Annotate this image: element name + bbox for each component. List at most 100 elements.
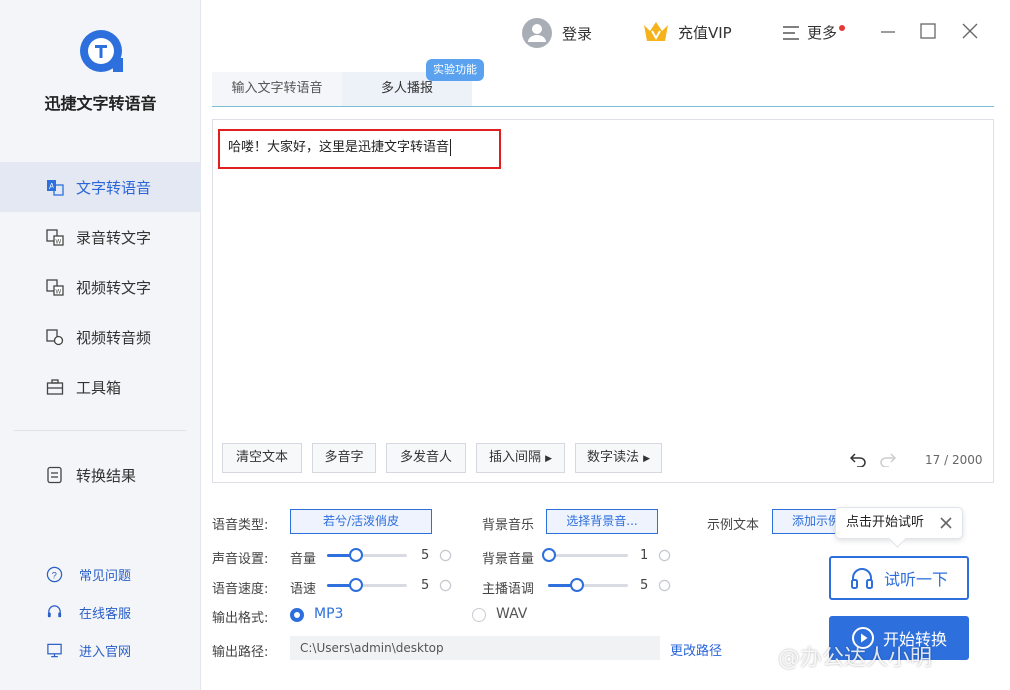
undo-icon[interactable] xyxy=(850,451,866,467)
polyphone-button[interactable]: 多音字 xyxy=(312,443,376,473)
online-service-link[interactable]: 在线客服 xyxy=(0,593,201,631)
change-path-link[interactable]: 更改路径 xyxy=(670,640,722,659)
online-service-label: 在线客服 xyxy=(79,606,132,622)
experimental-badge: 实验功能 xyxy=(426,59,484,81)
volume-value: 5 xyxy=(421,548,430,563)
more-menu-button[interactable]: 更多 xyxy=(783,22,846,43)
voice-type-button[interactable]: 若兮/活泼俏皮 xyxy=(290,509,432,534)
text-to-speech-icon: A xyxy=(47,180,64,196)
sidebar-item-label: 转换结果 xyxy=(76,466,137,485)
text-input-content[interactable]: 哈喽！大家好，这里是迅捷文字转语音 xyxy=(228,136,452,156)
bg-volume-label: 背景音量 xyxy=(482,552,535,567)
speed-value: 5 xyxy=(421,578,430,593)
number-reading-button[interactable]: 数字读法 ▶ xyxy=(575,443,662,473)
text-caret xyxy=(450,139,452,156)
text-editor[interactable]: 哈喽！大家好，这里是迅捷文字转语音 清空文本 多音字 多发音人 插入间隔 ▶ 数… xyxy=(212,119,994,483)
question-icon: ? xyxy=(46,566,63,582)
menu-icon xyxy=(783,25,799,40)
radio-wav[interactable] xyxy=(472,608,486,622)
output-format-label: 输出格式: xyxy=(212,611,269,626)
svg-text:W: W xyxy=(56,240,62,246)
vip-label: 充值VIP xyxy=(678,23,732,42)
mp3-label[interactable]: MP3 xyxy=(314,606,343,622)
clear-text-button[interactable]: 清空文本 xyxy=(222,443,302,473)
bg-volume-slider[interactable] xyxy=(541,548,628,562)
official-site-label: 进入官网 xyxy=(79,644,132,660)
pitch-value: 5 xyxy=(640,578,649,593)
sidebar-item-text-to-speech[interactable]: A 文字转语音 xyxy=(0,162,201,212)
sample-text-label: 示例文本 xyxy=(707,518,760,533)
reset-icon[interactable] xyxy=(439,579,452,592)
number-reading-label: 数字读法 xyxy=(586,450,639,465)
bg-volume-value: 1 xyxy=(640,548,649,563)
sidebar-item-label: 视频转文字 xyxy=(76,278,152,297)
result-icon xyxy=(47,466,62,484)
tooltip-text: 点击开始试听 xyxy=(846,515,925,530)
official-site-link[interactable]: 进入官网 xyxy=(0,631,201,669)
app-name: 迅捷文字转语音 xyxy=(44,94,157,113)
listen-label: 试听一下 xyxy=(883,570,948,589)
headset-icon xyxy=(47,604,62,617)
listen-button[interactable]: 试听一下 xyxy=(829,556,969,600)
sidebar-item-audio-to-text[interactable]: W 录音转文字 xyxy=(0,212,201,262)
sidebar-item-video-to-text[interactable]: W 视频转文字 xyxy=(0,262,201,312)
minimize-icon[interactable] xyxy=(879,22,897,40)
insert-pause-label: 插入间隔 xyxy=(488,450,541,465)
reset-icon[interactable] xyxy=(439,549,452,562)
triangle-right-icon: ▶ xyxy=(545,454,553,464)
faq-link[interactable]: ? 常见问题 xyxy=(0,555,201,593)
insert-pause-button[interactable]: 插入间隔 ▶ xyxy=(476,443,565,473)
tab-input-text-to-speech[interactable]: 输入文字转语音 xyxy=(212,72,342,106)
toolbox-icon xyxy=(46,379,64,395)
audio-to-text-icon: W xyxy=(46,229,64,246)
video-to-text-icon: W xyxy=(46,279,64,296)
listen-tooltip: 点击开始试听 xyxy=(835,507,963,539)
reset-icon[interactable] xyxy=(658,579,671,592)
sidebar-result: 转换结果 xyxy=(0,450,201,500)
pitch-label: 主播语调 xyxy=(482,582,535,597)
sidebar-item-label: 录音转文字 xyxy=(76,228,152,247)
notification-dot xyxy=(839,24,846,31)
top-bar: 登录 充值VIP 更多 xyxy=(201,0,1010,66)
sidebar-item-result[interactable]: 转换结果 xyxy=(0,450,201,500)
maximize-icon[interactable] xyxy=(919,22,937,40)
sidebar-item-label: 视频转音频 xyxy=(76,328,152,347)
close-icon[interactable] xyxy=(961,22,979,40)
monitor-icon xyxy=(47,643,62,657)
volume-slider[interactable] xyxy=(327,548,407,562)
sidebar-nav: A 文字转语音 W 录音转文字 W 视频转文字 视频转音频 工具箱 xyxy=(0,162,201,412)
wav-label[interactable]: WAV xyxy=(496,606,527,622)
select-bg-music-button[interactable]: 选择背景音... xyxy=(546,509,658,534)
faq-label: 常见问题 xyxy=(79,568,132,584)
editor-text: 哈喽！大家好，这里是迅捷文字转语音 xyxy=(228,140,450,155)
reset-icon[interactable] xyxy=(658,549,671,562)
login-button[interactable]: 登录 xyxy=(522,18,592,48)
sound-settings-label: 声音设置: xyxy=(212,552,269,567)
sidebar-item-toolbox[interactable]: 工具箱 xyxy=(0,362,201,412)
pitch-slider[interactable] xyxy=(548,578,628,592)
close-icon[interactable] xyxy=(940,517,952,529)
redo-icon[interactable] xyxy=(880,451,896,467)
multi-speaker-button[interactable]: 多发音人 xyxy=(386,443,466,473)
vip-button[interactable]: 充值VIP xyxy=(642,19,732,45)
volume-label: 音量 xyxy=(290,552,317,567)
video-to-audio-icon xyxy=(46,329,64,346)
mode-tabs: 输入文字转语音 多人播报 xyxy=(212,72,994,107)
sidebar-item-label: 文字转语音 xyxy=(76,178,152,197)
more-label: 更多 xyxy=(807,24,838,42)
radio-mp3[interactable] xyxy=(290,608,304,622)
sidebar-divider xyxy=(14,430,186,431)
avatar-icon xyxy=(522,18,552,48)
speed-slider[interactable] xyxy=(327,578,407,592)
crown-icon xyxy=(644,22,668,41)
headphones-icon xyxy=(850,568,873,589)
app-logo-icon xyxy=(80,30,123,72)
sidebar-item-label: 工具箱 xyxy=(76,378,122,397)
svg-text:W: W xyxy=(56,290,62,296)
output-path-label: 输出路径: xyxy=(212,645,269,660)
sidebar-item-video-to-audio[interactable]: 视频转音频 xyxy=(0,312,201,362)
sidebar: 迅捷文字转语音 A 文字转语音 W 录音转文字 W 视频转文字 视频转音频 工具… xyxy=(0,0,201,690)
watermark: @办公达人小明 xyxy=(778,646,933,671)
output-path-field[interactable]: C:\Users\admin\desktop xyxy=(290,636,660,660)
svg-text:?: ? xyxy=(52,570,57,581)
